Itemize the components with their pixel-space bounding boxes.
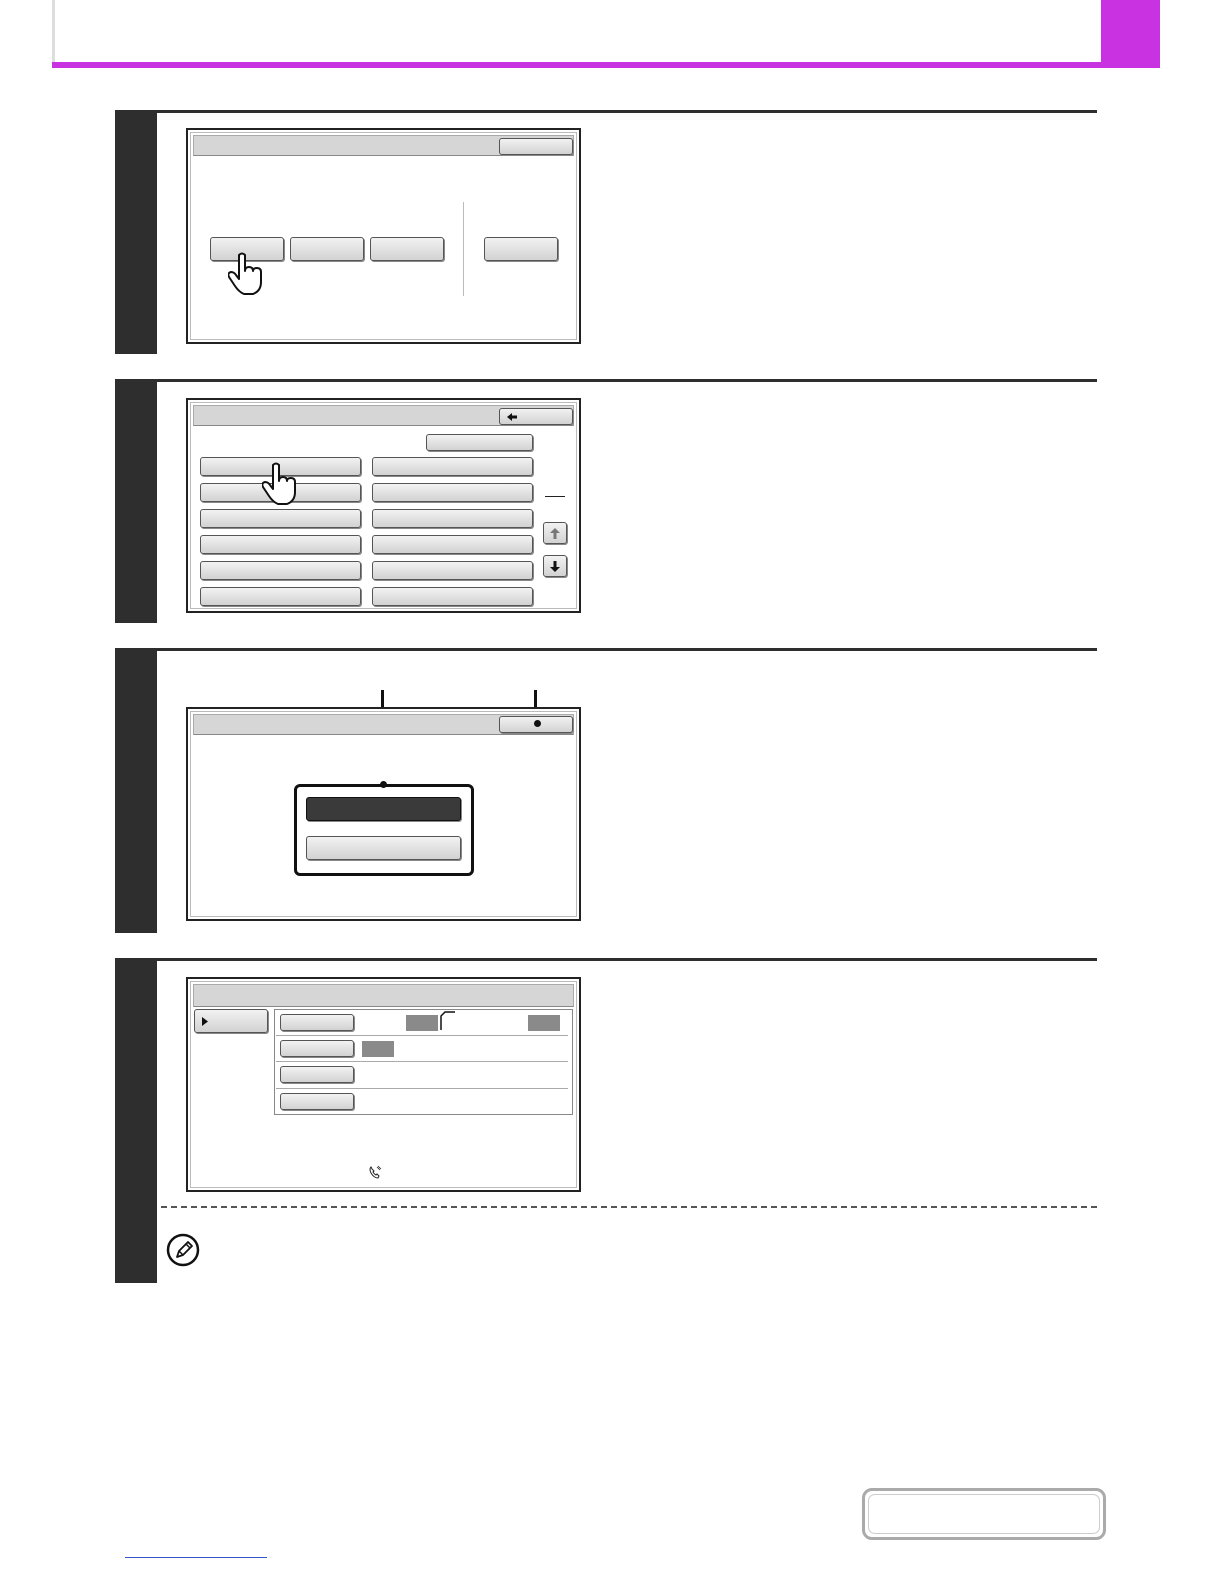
option-button-4[interactable] xyxy=(484,237,558,261)
unselected-option-button[interactable] xyxy=(306,836,461,860)
list-button-6[interactable] xyxy=(372,509,533,528)
row-divider xyxy=(276,1088,568,1089)
footer-link-underline[interactable] xyxy=(125,1557,267,1558)
step-3-screen xyxy=(186,707,581,921)
list-button-11[interactable] xyxy=(200,587,361,606)
side-tab-button[interactable] xyxy=(194,1009,268,1033)
step-2-number-bar xyxy=(115,379,157,623)
back-button[interactable] xyxy=(499,408,573,425)
scroll-down-button[interactable] xyxy=(543,555,567,577)
header-left-edge xyxy=(52,0,55,66)
arrow-down-icon xyxy=(550,561,560,572)
paper-size-icon xyxy=(440,1011,455,1030)
list-button-8[interactable] xyxy=(372,535,533,554)
pencil-note-icon xyxy=(166,1233,200,1267)
list-button-4[interactable] xyxy=(372,483,533,502)
hand-pointer-icon xyxy=(228,252,262,295)
header-accent-tab xyxy=(1101,0,1160,68)
selected-option-button[interactable] xyxy=(306,797,461,821)
value-block-2 xyxy=(528,1015,560,1031)
value-block-3 xyxy=(362,1041,394,1057)
triangle-right-icon xyxy=(202,1017,208,1026)
screen-title-bar xyxy=(193,984,574,1007)
list-button-5[interactable] xyxy=(200,509,361,528)
phone-handset-icon xyxy=(369,1165,382,1179)
step-1-screen xyxy=(186,128,581,344)
row-divider xyxy=(276,1035,568,1036)
contents-navigation-button[interactable] xyxy=(862,1488,1106,1540)
step-2-screen xyxy=(186,398,581,613)
step-1-rule xyxy=(115,110,1097,113)
step-4-number-bar xyxy=(115,958,157,1283)
top-right-button[interactable] xyxy=(426,434,533,451)
scroll-up-button[interactable] xyxy=(543,522,567,544)
step-3-rule xyxy=(115,648,1097,651)
title-bar-button[interactable] xyxy=(499,138,573,155)
vertical-divider xyxy=(463,202,464,296)
arrow-up-icon xyxy=(550,528,560,539)
list-button-9[interactable] xyxy=(200,561,361,580)
list-button-7[interactable] xyxy=(200,535,361,554)
arrow-left-icon xyxy=(507,413,517,421)
list-button-2[interactable] xyxy=(372,457,533,476)
hand-pointer-icon xyxy=(262,462,296,505)
step-1-number-bar xyxy=(115,110,157,354)
page-indicator-line xyxy=(545,496,565,497)
step-3-number-bar xyxy=(115,648,157,933)
list-button-12[interactable] xyxy=(372,587,533,606)
settings-row-button-1[interactable] xyxy=(280,1014,354,1031)
option-button-2[interactable] xyxy=(290,237,364,261)
header-accent-line xyxy=(52,62,1160,68)
settings-row-button-2[interactable] xyxy=(280,1040,354,1057)
callout-dot-2 xyxy=(534,720,541,727)
step-4-screen xyxy=(186,977,581,1192)
option-button-3[interactable] xyxy=(370,237,444,261)
list-button-10[interactable] xyxy=(372,561,533,580)
callout-dot-1 xyxy=(380,781,387,788)
step-2-rule xyxy=(115,379,1097,382)
row-divider xyxy=(276,1061,568,1062)
step-4-rule xyxy=(115,958,1097,961)
settings-row-button-3[interactable] xyxy=(280,1066,354,1083)
value-block-1 xyxy=(406,1015,438,1031)
settings-row-button-4[interactable] xyxy=(280,1093,354,1110)
note-divider xyxy=(161,1206,1097,1208)
